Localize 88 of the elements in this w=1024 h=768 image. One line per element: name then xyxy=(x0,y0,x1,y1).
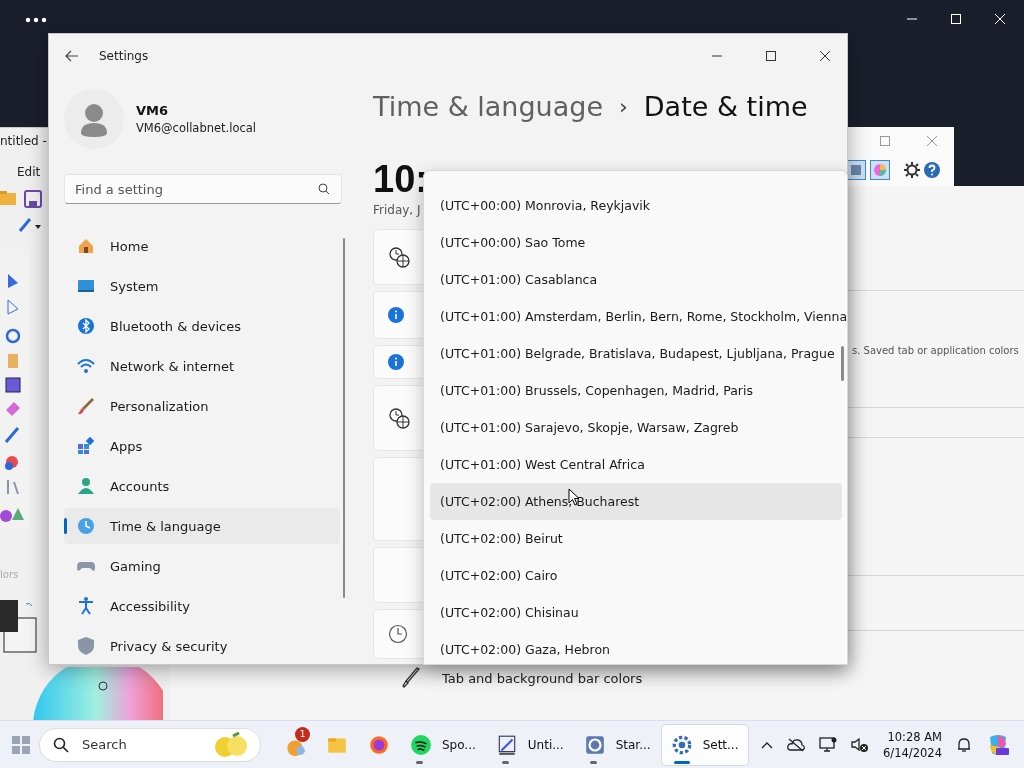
color-wheel-drawing[interactable] xyxy=(33,667,163,722)
timezone-option[interactable]: (UTC+02:00) Cairo xyxy=(430,557,842,594)
timezone-option[interactable]: (UTC+00:00) Sao Tome xyxy=(430,224,842,261)
nav-item[interactable]: Home xyxy=(64,228,340,264)
nav-icon xyxy=(76,316,96,336)
timezone-option[interactable]: (UTC+02:00) Chisinau xyxy=(430,594,842,631)
bell-icon[interactable] xyxy=(956,736,972,753)
layers-icon[interactable] xyxy=(846,160,866,180)
search-icon xyxy=(53,736,69,753)
nav-item[interactable]: Apps xyxy=(64,428,340,464)
clock-icon xyxy=(388,624,408,644)
nav-item[interactable]: System xyxy=(64,268,340,304)
app-icon xyxy=(670,733,693,756)
nav-item[interactable]: Bluetooth & devices xyxy=(64,308,340,344)
search-field[interactable]: Find a setting xyxy=(64,174,342,204)
clock-globe-icon xyxy=(388,246,410,268)
nav-icon xyxy=(76,356,96,376)
taskbar-app[interactable]: Unti... xyxy=(486,724,573,765)
section-label: lors xyxy=(0,569,19,580)
settings-icon[interactable] xyxy=(904,162,920,178)
nav-item[interactable]: Time & language xyxy=(64,508,340,544)
date-text[interactable]: 6/14/2024 xyxy=(883,744,942,761)
color-wheel-icon[interactable] xyxy=(870,160,890,180)
nav-icon xyxy=(76,636,96,656)
back-arrow-icon[interactable] xyxy=(65,50,79,62)
menu-item[interactable]: Edit xyxy=(17,165,41,179)
info-icon xyxy=(388,307,404,323)
taskbar-app[interactable]: Spo... xyxy=(401,724,485,765)
timezone-option[interactable]: (UTC+02:00) Beirut xyxy=(430,520,842,557)
window-title: Settings xyxy=(99,49,149,63)
maximize-icon[interactable] xyxy=(765,50,777,62)
start-icon[interactable] xyxy=(11,734,31,755)
nav-item[interactable]: Privacy & security xyxy=(64,628,340,664)
search-field[interactable]: Search xyxy=(39,727,261,762)
brush-icon[interactable] xyxy=(16,218,42,234)
timezone-option[interactable]: (UTC+02:00) Athens, Bucharest xyxy=(430,483,842,520)
setting-label: Tab and background bar colors xyxy=(442,670,643,686)
timezone-option[interactable]: (UTC+01:00) Brussels, Copenhagen, Madrid, Paris xyxy=(430,372,842,409)
more-icon[interactable] xyxy=(25,17,47,23)
app-icon xyxy=(368,733,390,756)
help-icon[interactable] xyxy=(924,162,940,178)
nav-item[interactable]: Personalization xyxy=(64,388,340,424)
breadcrumb-link[interactable]: Time & language xyxy=(373,90,603,124)
search-icon[interactable] xyxy=(318,183,330,195)
timezone-option[interactable]: (UTC+00:00) Monrovia, Reykjavik xyxy=(430,187,842,224)
monitor-icon[interactable] xyxy=(819,736,838,753)
user-email: VM6@collabnet.local xyxy=(136,121,257,135)
nav-icon xyxy=(76,516,96,536)
time-text[interactable]: 10:28 AM xyxy=(887,728,942,745)
nav-item[interactable]: Accessibility xyxy=(64,588,340,624)
timezone-option[interactable]: (UTC+02:00) Gaza, Hebron xyxy=(430,631,842,664)
info-icon xyxy=(388,354,404,370)
app-icon xyxy=(410,733,432,756)
scrollbar-thumb[interactable] xyxy=(841,346,844,381)
avatar-icon[interactable] xyxy=(64,89,124,149)
notification-badge: 1 xyxy=(295,726,310,742)
nav-icon xyxy=(76,236,96,256)
chevron-up-icon[interactable] xyxy=(761,740,774,749)
nav-item[interactable]: Accounts xyxy=(64,468,340,504)
clock-text: 10: xyxy=(373,157,428,202)
nav-item[interactable]: Network & internet xyxy=(64,348,340,384)
timezone-option[interactable]: (UTC+01:00) Sarajevo, Skopje, Warsaw, Zagreb xyxy=(430,409,842,446)
cloud-off-icon[interactable] xyxy=(787,737,806,752)
taskbar-app[interactable]: Star... xyxy=(574,724,660,765)
nav-icon xyxy=(76,436,96,456)
color-swatches-drawing[interactable] xyxy=(0,600,40,654)
nav-icon xyxy=(76,596,96,616)
user-name: VM6 xyxy=(136,103,170,118)
close-icon[interactable] xyxy=(819,50,831,62)
timezone-option[interactable]: (UTC+01:00) Casablanca xyxy=(430,261,842,298)
breadcrumb-separator: › xyxy=(619,93,628,121)
description-text: s. Saved tab or application colors xyxy=(852,345,1019,356)
nav-icon xyxy=(76,476,96,496)
date-text: Friday, J xyxy=(373,203,421,217)
page-title: Date & time xyxy=(643,90,808,124)
taskbar-app[interactable]: Sett... xyxy=(661,724,748,765)
save-icon[interactable] xyxy=(24,190,42,208)
nav-item[interactable]: Gaming xyxy=(64,548,340,584)
lemon-icon xyxy=(213,731,249,758)
speaker-muted-icon[interactable] xyxy=(851,736,870,753)
timezone-option[interactable]: (UTC+01:00) Belgrade, Bratislava, Budapest, Ljubljana, Prague xyxy=(430,335,842,372)
app-icon xyxy=(583,733,606,756)
brush-icon xyxy=(400,667,422,689)
taskbar-app[interactable]: 1 xyxy=(275,724,315,765)
clock-globe-icon xyxy=(388,407,410,429)
window-title: ntitled - xyxy=(0,134,47,148)
nav-icon xyxy=(76,396,96,416)
timezone-option[interactable]: (UTC+01:00) West Central Africa xyxy=(430,446,842,483)
